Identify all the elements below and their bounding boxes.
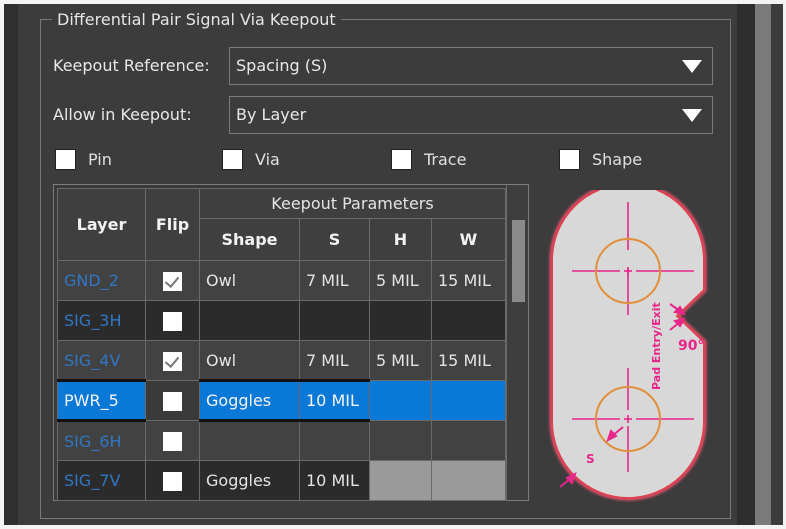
w-cell[interactable] bbox=[431, 380, 506, 421]
shape-cell[interactable] bbox=[199, 300, 300, 341]
h-cell[interactable]: 5 MIL bbox=[369, 340, 432, 381]
h-cell[interactable]: 5 MIL bbox=[369, 260, 432, 301]
shape-cell[interactable] bbox=[199, 420, 300, 461]
w-cell[interactable] bbox=[431, 420, 506, 461]
column-header-h[interactable]: H bbox=[369, 218, 432, 261]
spacing-label: S bbox=[586, 452, 595, 466]
flip-cell[interactable] bbox=[145, 420, 200, 461]
keepout-reference-dropdown[interactable]: Spacing (S) bbox=[229, 47, 713, 85]
w-cell[interactable] bbox=[431, 300, 506, 341]
flip-cell[interactable] bbox=[145, 300, 200, 341]
flip-checkbox[interactable] bbox=[163, 271, 182, 291]
dropdown-arrow-icon[interactable] bbox=[682, 109, 702, 122]
checkbox-label: Trace bbox=[424, 149, 467, 169]
h-cell[interactable] bbox=[369, 380, 432, 421]
table-row[interactable]: SIG_7V Goggles 10 MIL bbox=[57, 460, 506, 501]
table-row-selected[interactable]: PWR_5 Goggles 10 MIL bbox=[57, 379, 506, 422]
layer-cell[interactable]: SIG_6H bbox=[57, 420, 146, 461]
keepout-reference-value: Spacing (S) bbox=[236, 56, 328, 75]
right-panel-gap bbox=[737, 4, 755, 525]
flip-cell[interactable] bbox=[145, 460, 200, 501]
column-header-w[interactable]: W bbox=[431, 218, 506, 261]
table-row[interactable]: SIG_6H bbox=[57, 420, 506, 461]
checkbox-label: Shape bbox=[592, 149, 643, 169]
via-checkbox[interactable]: Via bbox=[222, 147, 280, 171]
checkbox-box[interactable] bbox=[559, 148, 580, 170]
h-cell[interactable] bbox=[369, 300, 432, 341]
layer-cell[interactable]: SIG_3H bbox=[57, 300, 146, 341]
pin-checkbox[interactable]: Pin bbox=[55, 147, 112, 171]
column-header-flip[interactable]: Flip bbox=[145, 188, 200, 261]
checkbox-box[interactable] bbox=[391, 148, 412, 170]
checkbox-label: Pin bbox=[88, 149, 112, 169]
checkbox-box[interactable] bbox=[55, 148, 76, 170]
trace-checkbox[interactable]: Trace bbox=[391, 147, 466, 171]
layer-cell[interactable]: SIG_4V bbox=[57, 340, 146, 381]
allow-in-keepout-value: By Layer bbox=[236, 105, 307, 124]
grid-scrollbar-thumb[interactable] bbox=[512, 220, 525, 302]
outer-scrollbar[interactable] bbox=[755, 4, 771, 525]
s-cell[interactable] bbox=[299, 300, 370, 341]
keepout-parameters-header: Keepout Parameters bbox=[199, 188, 506, 219]
angle-label: 90° bbox=[678, 338, 704, 354]
dropdown-arrow-icon[interactable] bbox=[682, 60, 702, 73]
flip-cell[interactable] bbox=[145, 380, 200, 421]
flip-checkbox[interactable] bbox=[163, 471, 182, 491]
flip-cell[interactable] bbox=[145, 260, 200, 301]
shape-cell[interactable]: Owl bbox=[199, 340, 300, 381]
w-cell-disabled bbox=[431, 460, 506, 501]
column-header-layer[interactable]: Layer bbox=[57, 188, 146, 261]
layer-cell[interactable]: GND_2 bbox=[57, 260, 146, 301]
s-cell[interactable]: 7 MIL bbox=[299, 260, 370, 301]
flip-checkbox[interactable] bbox=[163, 311, 182, 331]
layer-table: Layer Flip Keepout Parameters Shape S H … bbox=[57, 188, 506, 501]
shape-cell[interactable]: Goggles bbox=[199, 379, 300, 422]
w-cell[interactable]: 15 MIL bbox=[431, 340, 506, 381]
layer-cell[interactable]: SIG_7V bbox=[57, 460, 146, 501]
keepout-reference-label: Keepout Reference: bbox=[53, 56, 210, 75]
dialog-window: Differential Pair Signal Via Keepout Kee… bbox=[4, 4, 783, 525]
h-cell-disabled bbox=[369, 460, 432, 501]
grid-scrollbar[interactable] bbox=[506, 185, 528, 500]
allow-in-keepout-dropdown[interactable]: By Layer bbox=[229, 96, 713, 134]
table-row[interactable]: SIG_4V Owl 7 MIL 5 MIL 15 MIL bbox=[57, 340, 506, 381]
outer-scrollbar-edge bbox=[771, 4, 783, 525]
s-cell[interactable] bbox=[299, 420, 370, 461]
table-row[interactable]: SIG_3H bbox=[57, 300, 506, 341]
flip-cell[interactable] bbox=[145, 340, 200, 381]
shape-cell[interactable]: Owl bbox=[199, 260, 300, 301]
pad-entry-exit-label: Pad Entry/Exit bbox=[650, 302, 663, 390]
layer-keepout-grid: Layer Flip Keepout Parameters Shape S H … bbox=[53, 184, 529, 501]
column-header-s[interactable]: S bbox=[299, 218, 370, 261]
allow-in-keepout-label: Allow in Keepout: bbox=[53, 105, 192, 124]
flip-checkbox[interactable] bbox=[163, 391, 182, 411]
h-cell[interactable] bbox=[369, 420, 432, 461]
layer-cell[interactable]: PWR_5 bbox=[57, 379, 146, 422]
s-cell[interactable]: 10 MIL bbox=[299, 379, 370, 422]
flip-checkbox[interactable] bbox=[163, 431, 182, 451]
column-header-shape[interactable]: Shape bbox=[199, 218, 300, 261]
w-cell[interactable]: 15 MIL bbox=[431, 260, 506, 301]
keepout-shape-diagram: Pad Entry/Exit 90° S bbox=[549, 190, 707, 501]
flip-checkbox[interactable] bbox=[163, 351, 182, 371]
checkbox-label: Via bbox=[255, 149, 280, 169]
s-cell[interactable]: 10 MIL bbox=[299, 460, 370, 501]
checkbox-box[interactable] bbox=[222, 148, 243, 170]
shape-cell[interactable]: Goggles bbox=[199, 460, 300, 501]
table-row[interactable]: GND_2 Owl 7 MIL 5 MIL 15 MIL bbox=[57, 260, 506, 301]
group-title: Differential Pair Signal Via Keepout bbox=[52, 10, 341, 29]
shape-checkbox[interactable]: Shape bbox=[559, 147, 642, 171]
s-cell[interactable]: 7 MIL bbox=[299, 340, 370, 381]
left-panel-edge bbox=[4, 4, 18, 525]
